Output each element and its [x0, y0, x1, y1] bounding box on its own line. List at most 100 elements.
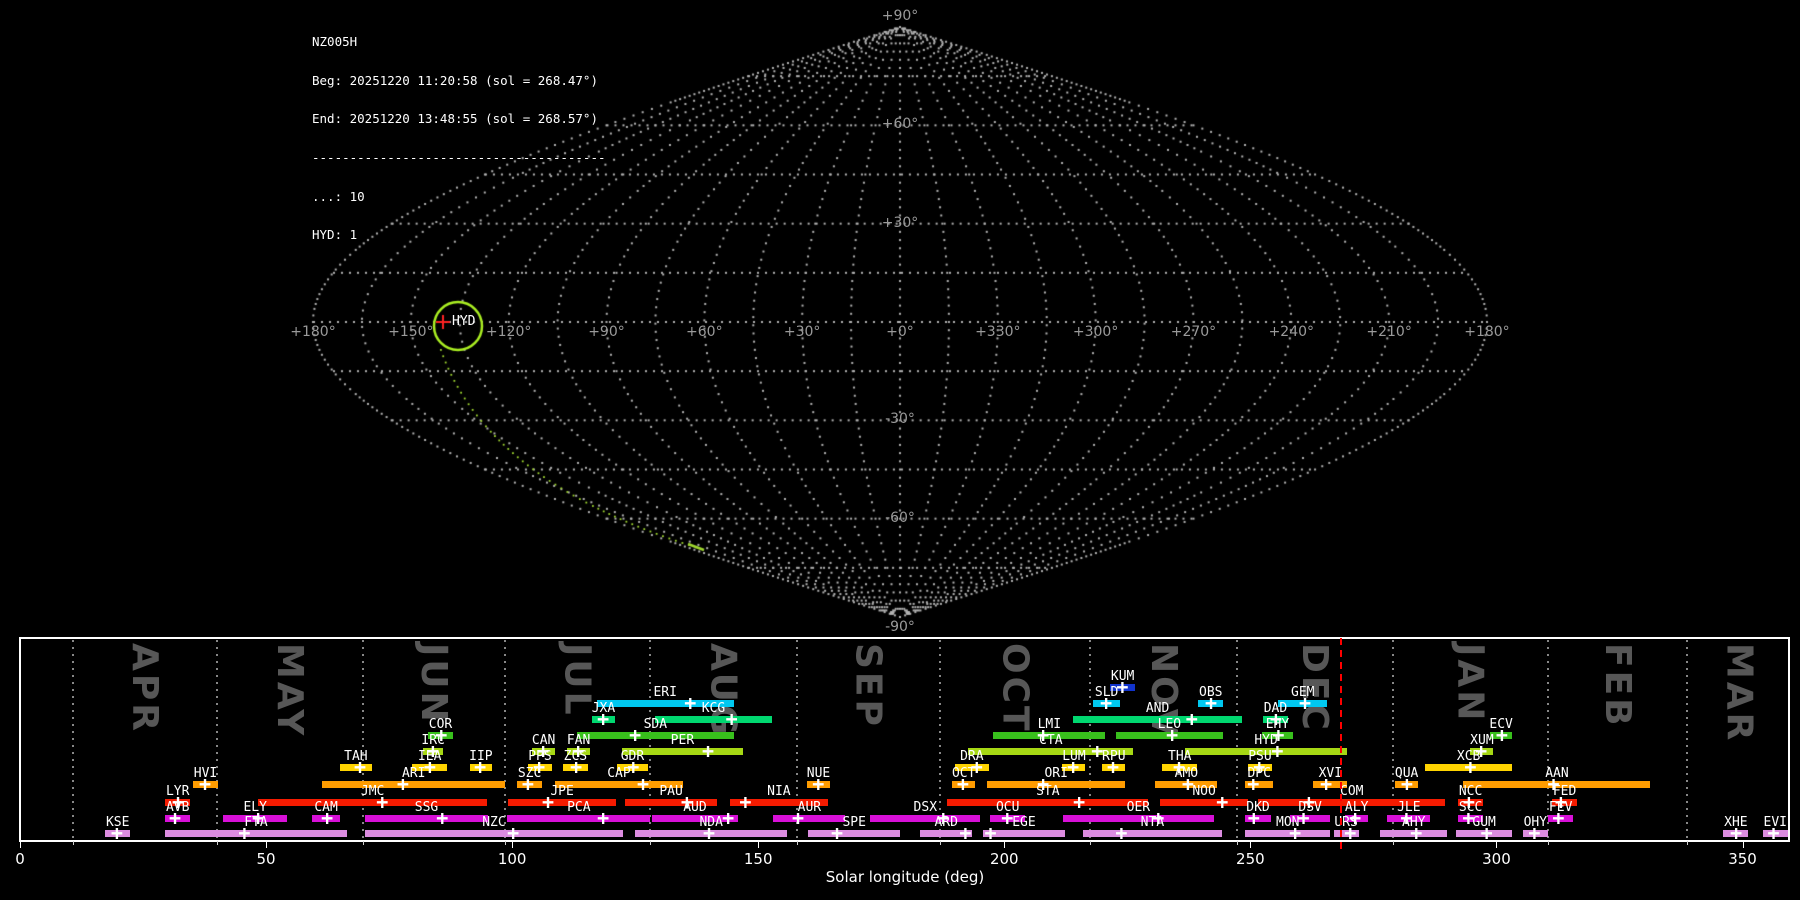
shower-count: HYD: 1: [312, 227, 358, 243]
shower-peak-marker: +: [1067, 755, 1080, 779]
shower-peak-marker: +: [1166, 723, 1179, 747]
separator-line: ---------------------------------------: [312, 149, 606, 165]
month-gridline: [362, 640, 365, 838]
equator-longitude-label: +180°: [1464, 324, 1510, 340]
shower-peak-marker: +: [830, 821, 843, 845]
shower-peak-marker: +: [956, 772, 969, 796]
shower-peak-marker: +: [1552, 806, 1565, 830]
shower-peak-marker: +: [1247, 806, 1260, 830]
shower-bar: [807, 830, 901, 837]
latitude-label: -90°: [885, 619, 915, 635]
month-gridline: [72, 640, 75, 838]
latitude-label: -30°: [885, 411, 915, 428]
shower-peak-marker: +: [1185, 707, 1198, 731]
shower-peak-marker: +: [1298, 691, 1312, 715]
month-label: FEB: [1596, 643, 1638, 729]
shower-peak-marker: +: [376, 790, 389, 814]
sky-map-canvas: [0, 0, 1800, 640]
shower-peak-marker: +: [1152, 806, 1165, 830]
x-axis-tick-label: 50: [256, 850, 276, 868]
month-label: MAR: [1718, 643, 1760, 744]
shower-peak-marker: +: [722, 806, 735, 830]
month-label: MAY: [268, 643, 310, 739]
shower-peak-marker: +: [321, 806, 334, 830]
shower-peak-marker: +: [199, 772, 212, 796]
month-gridline: [215, 640, 218, 838]
shower-peak-marker: +: [1289, 821, 1302, 845]
shower-peak-marker: +: [1204, 691, 1218, 715]
shower-peak-marker: +: [542, 790, 555, 814]
meteor-radiant-screen: NZ005H Beg: 20251220 11:20:58 (sol = 268…: [0, 0, 1800, 900]
shower-peak-marker: +: [1115, 821, 1128, 845]
latitude-label: +60°: [881, 116, 919, 133]
equator-longitude-label: +270°: [1170, 324, 1217, 340]
shower-bar: [1082, 830, 1223, 837]
x-axis-tick: [266, 841, 268, 848]
x-axis-tick-label: 150: [743, 850, 773, 868]
shower-peak-marker: +: [725, 707, 738, 731]
shower-peak-marker: +: [597, 707, 610, 731]
shower-peak-marker: +: [937, 806, 950, 830]
shower-peak-marker: +: [1037, 772, 1050, 796]
equator-longitude-label: +180°: [290, 324, 336, 340]
x-axis-tick-label: 250: [1236, 850, 1265, 868]
x-axis-tick-label: 200: [989, 850, 1019, 868]
x-axis-title: Solar longitude (deg): [825, 868, 985, 886]
sporadic-count: ...: 10: [312, 188, 365, 204]
shower-bar: [165, 830, 347, 837]
shower-peak-marker: +: [1107, 755, 1120, 779]
month-minor-tick: [1237, 841, 1239, 845]
shower-peak-marker: +: [110, 821, 123, 845]
shower-peak-marker: +: [1320, 772, 1333, 796]
shower-peak-marker: +: [1344, 821, 1357, 845]
shower-peak-marker: +: [238, 821, 251, 845]
equator-longitude-label: +300°: [1072, 324, 1119, 340]
observation-end: End: 20251220 13:48:55 (sol = 268.57°): [312, 111, 598, 127]
shower-peak-marker: +: [1730, 821, 1743, 845]
equator-longitude-label: +240°: [1268, 324, 1315, 340]
equator-longitude-label: +150°: [388, 324, 434, 340]
shower-peak-marker: +: [507, 821, 520, 845]
observation-begin: Beg: 20251220 11:20:58 (sol = 268.47°): [312, 72, 598, 88]
month-minor-tick: [1393, 841, 1395, 845]
x-axis-tick-label: 300: [1482, 850, 1511, 868]
x-axis-tick: [758, 841, 760, 848]
shower-peak-marker: +: [1100, 691, 1113, 715]
x-axis-tick-label: 100: [497, 850, 527, 868]
month-label: JUN: [413, 643, 455, 725]
equator-longitude-label: +30°: [783, 324, 821, 340]
shower-peak-marker: +: [629, 723, 642, 747]
shower-peak-marker: +: [1480, 821, 1493, 845]
shower-peak-marker: +: [1464, 755, 1477, 779]
latitude-label: +30°: [881, 214, 919, 231]
x-axis-tick: [1250, 841, 1252, 848]
equator-longitude-label: +330°: [975, 324, 1021, 340]
current-sol-line: [1340, 638, 1343, 850]
month-minor-tick: [216, 841, 218, 845]
shower-peak-marker: +: [597, 806, 610, 830]
shower-peak-marker: +: [1247, 772, 1260, 796]
shower-peak-marker: +: [396, 772, 409, 796]
shower-peak-marker: +: [436, 806, 449, 830]
month-gridline: [504, 640, 507, 838]
shower-peak-marker: +: [1216, 790, 1229, 814]
shower-peak-marker: +: [792, 806, 805, 830]
month-minor-tick: [1687, 841, 1689, 845]
x-axis-tick-label: 0: [15, 850, 25, 868]
shower-peak-marker: +: [684, 691, 697, 715]
latitude-label: -60°: [885, 509, 915, 526]
shower-peak-marker: +: [570, 755, 583, 779]
x-axis-tick: [1004, 841, 1006, 848]
month-minor-tick: [649, 841, 651, 845]
equator-longitude-label: +90°: [588, 324, 625, 340]
shower-peak-marker: +: [1410, 821, 1423, 845]
shower-peak-marker: +: [168, 806, 182, 830]
shower-peak-marker: +: [1181, 772, 1194, 796]
equator-longitude-label: +60°: [686, 324, 723, 340]
month-minor-tick: [1090, 841, 1092, 845]
observation-info-block: NZ005H Beg: 20251220 11:20:58 (sol = 268…: [312, 10, 606, 268]
shower-peak-marker: +: [1400, 772, 1413, 796]
shower-peak-marker: +: [702, 821, 716, 845]
shower-peak-marker: +: [474, 755, 487, 779]
shower-peak-marker: +: [423, 755, 436, 779]
